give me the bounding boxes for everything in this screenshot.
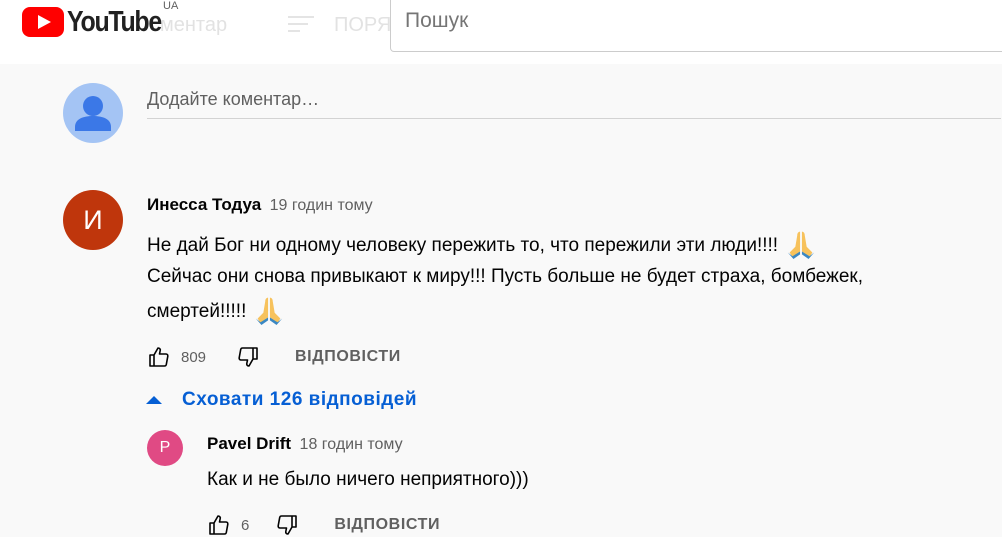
logo-wordmark: YouTube	[67, 5, 162, 38]
comment-body: Не дай Бог ни одному человеку пережить т…	[147, 226, 863, 327]
youtube-play-icon	[22, 7, 64, 37]
comment-actions: 809 ВІДПОВІСТИ	[147, 345, 401, 369]
reply-to-reply-button[interactable]: ВІДПОВІСТИ	[334, 516, 440, 534]
comment-author-name[interactable]: Инесса Тодуа	[147, 195, 261, 214]
comment-line: смертей!!!!!	[147, 292, 863, 327]
current-user-avatar	[63, 83, 123, 143]
reply-timestamp[interactable]: 18 годин тому	[300, 436, 403, 453]
like-count: 809	[181, 348, 207, 366]
reply-like-count: 6	[241, 516, 250, 534]
comment-timestamp[interactable]: 19 годин тому	[270, 197, 373, 214]
hide-replies-label: Сховати 126 відповідей	[182, 389, 418, 410]
folded-hands-icon	[256, 297, 283, 326]
sort-icon[interactable]	[288, 16, 314, 34]
caret-up-icon	[146, 396, 162, 404]
comment-line: Не дай Бог ни одному человеку пережить т…	[147, 226, 863, 261]
comment-text-line-3: смертей!!!!!	[147, 301, 247, 322]
comment-header: Инесса Тодуа 19 годин тому	[147, 195, 373, 215]
comment-author-avatar[interactable]: И	[63, 190, 123, 250]
hide-replies-button[interactable]: Сховати 126 відповідей	[143, 389, 417, 411]
country-code: UA	[163, 0, 179, 12]
reply-actions: 6 ВІДПОВІСТИ	[207, 513, 440, 537]
reply-button[interactable]: ВІДПОВІСТИ	[295, 348, 401, 366]
reply-header: Pavel Drift 18 годин тому	[207, 434, 403, 454]
youtube-logo[interactable]: YouTube	[22, 6, 176, 38]
search-input[interactable]	[403, 8, 983, 34]
comment-text-line-2: Сейчас они снова привыкают к миру!!! Пус…	[147, 266, 863, 287]
user-silhouette-icon	[75, 96, 111, 131]
add-comment-input[interactable]: Додайте коментар…	[147, 84, 1001, 119]
reply-body: Как и не было ничего неприятного)))	[207, 469, 529, 490]
folded-hands-icon	[787, 231, 815, 260]
comment-text-line-1: Не дай Бог ни одному человеку пережить т…	[147, 235, 779, 256]
like-icon[interactable]	[147, 345, 171, 369]
dislike-icon[interactable]	[236, 345, 260, 369]
top-bar: YouTube UA ментар ПОРЯ	[0, 0, 1002, 64]
dislike-icon[interactable]	[275, 513, 299, 537]
search-box[interactable]	[390, 0, 1002, 52]
reply-author-avatar[interactable]: P	[147, 430, 183, 466]
reply-author-name[interactable]: Pavel Drift	[207, 434, 291, 453]
comments-count-heading: ментар	[160, 14, 228, 36]
like-icon[interactable]	[207, 513, 231, 537]
sort-button[interactable]: ПОРЯ	[334, 14, 391, 37]
